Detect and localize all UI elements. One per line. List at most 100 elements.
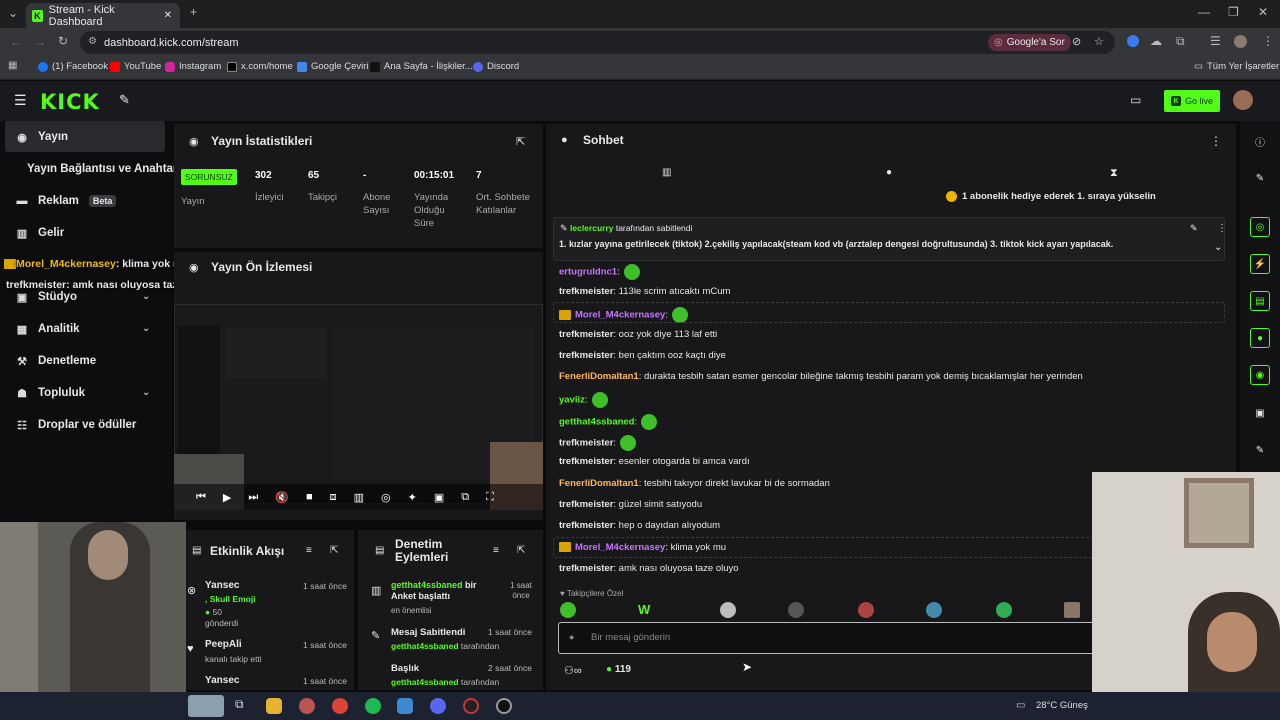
gift-banner[interactable]: 1 abonelik hediye ederek 1. sıraya yükse… — [946, 191, 1156, 202]
popout-icon[interactable]: ⇱ — [330, 545, 338, 556]
obs-icon[interactable] — [463, 698, 479, 714]
sparkle-icon[interactable]: ✦ — [408, 491, 417, 504]
sidebar-item-gelir[interactable]: ▥ Gelir — [16, 222, 64, 244]
chat-bubble-icon[interactable]: ● — [1250, 328, 1270, 348]
bookmark-youtube[interactable]: YouTube — [110, 61, 161, 72]
popout-icon[interactable]: ⧉ — [461, 491, 469, 504]
filter-icon[interactable]: ≡ — [306, 545, 312, 556]
bookmark-translate[interactable]: Google Çeviri — [297, 61, 369, 72]
mute-icon[interactable]: 🔇 — [275, 491, 289, 504]
studio-toggle-icon[interactable]: ▭ — [1130, 93, 1141, 107]
users-link-icon[interactable]: ⚇∞ — [564, 664, 582, 677]
address-bar[interactable]: ⚙ dashboard.kick.com/stream ◎ Google'a So… — [80, 31, 1115, 54]
sidebar-item-topluluk[interactable]: ☗ Topluluk — [16, 382, 85, 404]
chart-icon[interactable]: ▥ — [354, 491, 364, 504]
weather-text[interactable]: 28°C Güneş — [1036, 700, 1088, 711]
browser-tab[interactable]: K Stream - Kick Dashboard ✕ — [26, 3, 180, 28]
chat-input[interactable]: ● Bir mesaj gönderin — [558, 622, 1098, 654]
chat-message[interactable]: trefkmeister: ben çaktım ooz kaçtı diye — [559, 350, 726, 361]
forward-icon[interactable]: ⏭ — [248, 491, 258, 504]
emote-w-icon[interactable]: W — [638, 602, 650, 617]
chevron-down-icon[interactable]: ⌄ — [142, 387, 150, 398]
chat-message[interactable]: getthat4ssbaned: — [559, 414, 658, 430]
bookmark-x[interactable]: x.com/home — [227, 61, 293, 72]
chat-message[interactable]: trefkmeister: esenler otogarda bi amca v… — [559, 456, 750, 467]
bookmark-facebook[interactable]: (1) Facebook — [38, 61, 108, 72]
target-icon[interactable]: ◎ — [381, 491, 391, 504]
close-tab-icon[interactable]: ✕ — [164, 10, 172, 21]
chat-message[interactable]: trefkmeister: 113le scrim atıcaktı mCum — [559, 286, 730, 297]
hamburger-menu-icon[interactable]: ☰ — [14, 92, 27, 109]
pinned-message[interactable]: ✎ leclercurry tarafından sabitlendi 1. k… — [553, 217, 1227, 261]
weather-icon[interactable]: ▭ — [1016, 700, 1025, 711]
chat-username[interactable]: trefkmeister — [559, 329, 613, 340]
extension-2-icon[interactable]: ☁ — [1150, 34, 1162, 48]
bookmark-instagram[interactable]: Instagram — [165, 61, 221, 72]
trash-icon[interactable]: ▥ — [662, 167, 671, 178]
settings-icon[interactable] — [397, 698, 413, 714]
all-bookmarks[interactable]: ▭ Tüm Yer İşaretleri — [1194, 61, 1280, 72]
emote-blue-icon[interactable] — [926, 602, 942, 618]
chat-username[interactable]: trefkmeister — [559, 456, 613, 467]
emote-pepe-icon[interactable] — [560, 602, 576, 618]
chat-username[interactable]: FenerliDomaltan1 — [559, 478, 639, 489]
emote-green-icon[interactable] — [996, 602, 1012, 618]
camera-icon[interactable]: ■ — [306, 491, 313, 503]
reload-icon[interactable]: ↻ — [58, 34, 68, 48]
chevron-down-icon[interactable]: ⌄ — [142, 323, 150, 334]
chat-username[interactable]: trefkmeister — [559, 286, 613, 297]
chat-username[interactable]: trefkmeister — [559, 350, 613, 361]
reading-list-icon[interactable]: ☰ — [1210, 34, 1221, 48]
go-live-button[interactable]: K Go live — [1164, 90, 1220, 112]
bookmark-home[interactable]: Ana Sayfa - İlişkiler... — [370, 61, 473, 72]
chat-username[interactable]: ertugruldnc1 — [559, 267, 617, 278]
chat-message[interactable]: FenerliDomaltan1: durakta tesbih satan e… — [559, 371, 1083, 382]
chat-username[interactable]: trefkmeister — [559, 520, 613, 531]
spotify-icon[interactable] — [365, 698, 381, 714]
sidebar-item-analitik[interactable]: ▦ Analitik — [16, 318, 80, 340]
explorer-icon[interactable] — [266, 698, 282, 714]
pip-icon[interactable]: ▣ — [434, 491, 444, 504]
edit-icon[interactable]: ✎ — [1250, 168, 1270, 188]
chat-username[interactable]: FenerliDomaltan1 — [559, 371, 639, 382]
chat-username[interactable]: yaviiz — [559, 395, 585, 406]
rewind-icon[interactable]: ⏮ — [196, 491, 206, 504]
sidebar-item-droplar[interactable]: ☷ Droplar ve ödüller — [16, 414, 136, 436]
emote-face-icon[interactable] — [720, 602, 736, 618]
back-icon[interactable]: ← — [10, 35, 22, 49]
site-info-icon[interactable]: ⚙ — [88, 36, 97, 47]
emote-photo-icon[interactable] — [1064, 602, 1080, 618]
sidebar-item-yayin[interactable]: ◉ Yayın — [16, 126, 68, 148]
wrench-icon[interactable]: ✎ — [1250, 440, 1270, 460]
eye-off-icon[interactable]: ⊘ — [1072, 35, 1081, 48]
sidebar-item-denetleme[interactable]: ⚒ Denetleme — [16, 350, 96, 372]
chevron-down-icon[interactable]: ⌄ — [142, 291, 150, 302]
popout-icon[interactable]: ⇱ — [517, 545, 525, 556]
broadcast-icon[interactable]: ◉ — [1250, 365, 1270, 385]
browser-menu-icon[interactable]: ⋮ — [1262, 34, 1274, 48]
steam-icon[interactable] — [496, 698, 512, 714]
user-avatar[interactable] — [1233, 90, 1253, 110]
filter-icon[interactable]: ≡ — [493, 545, 499, 556]
chat-message[interactable]: FenerliDomaltan1: tesbihi takıyor direkt… — [559, 478, 830, 489]
tab-search-icon[interactable]: ⌄ — [8, 6, 18, 20]
bolt-icon[interactable]: ⚡ — [1250, 254, 1270, 274]
emote-dark-icon[interactable] — [788, 602, 804, 618]
crop-icon[interactable]: ⧈ — [330, 491, 337, 504]
chat-bubble-icon[interactable]: ● — [886, 167, 892, 178]
chat-message[interactable]: trefkmeister: ooz yok diye 113 laf etti — [559, 329, 717, 340]
sidebar-item-reklam[interactable]: ▬ Reklam Beta — [16, 190, 117, 212]
fullscreen-icon[interactable]: ⛶ — [486, 491, 494, 504]
close-window-icon[interactable]: ✕ — [1258, 5, 1268, 19]
print-icon[interactable]: ▣ — [1250, 403, 1270, 423]
chrome-icon[interactable] — [332, 698, 348, 714]
pin-icon[interactable]: ✎ — [119, 92, 130, 108]
pinned-menu-icon[interactable]: ⋮ — [1217, 223, 1227, 234]
chat-message[interactable]: trefkmeister: hep o dayıdan alıyodum — [559, 520, 720, 531]
chat-menu-icon[interactable]: ⋮ — [1210, 134, 1222, 148]
unpin-icon[interactable]: ✎ — [1190, 223, 1198, 234]
chat-message[interactable]: trefkmeister: amk nası oluyosa taze oluy… — [559, 563, 739, 574]
list-icon[interactable]: ▤ — [1250, 291, 1270, 311]
emote-red-icon[interactable] — [858, 602, 874, 618]
bookmark-star-icon[interactable]: ☆ — [1094, 35, 1104, 48]
